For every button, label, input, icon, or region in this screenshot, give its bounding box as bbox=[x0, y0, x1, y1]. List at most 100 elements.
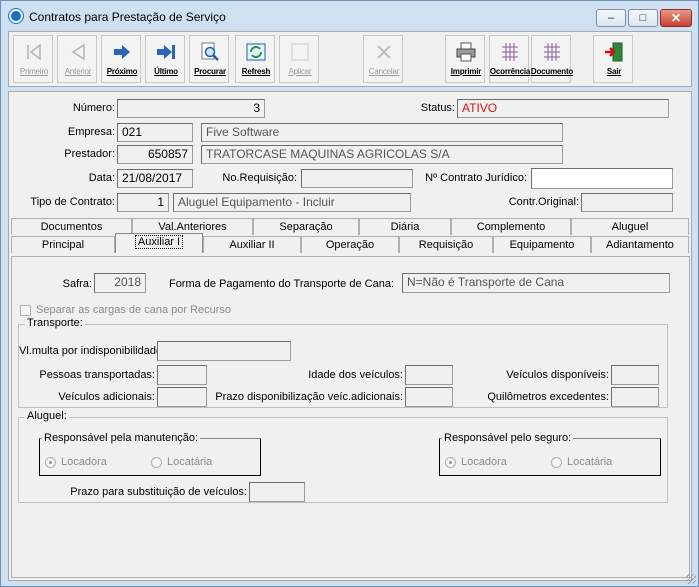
printer-icon bbox=[456, 42, 476, 62]
data-field[interactable]: 21/08/2017 bbox=[117, 169, 193, 188]
print-button[interactable]: Imprimir bbox=[445, 35, 485, 83]
status-field[interactable]: ATIVO bbox=[457, 99, 669, 118]
veic-adicionais-label: Veículos adicionais: bbox=[58, 391, 155, 403]
tab-operacao[interactable]: Operação bbox=[301, 236, 399, 253]
tipo-contrato-code-field[interactable]: 1 bbox=[117, 193, 169, 212]
minimize-icon: – bbox=[607, 12, 615, 24]
empresa-name-field: Five Software bbox=[201, 123, 563, 142]
manutencao-locataria-label: Locatária bbox=[167, 456, 213, 468]
apply-icon bbox=[291, 43, 309, 61]
previous-button[interactable]: Anterior bbox=[57, 35, 97, 83]
resize-grip-icon[interactable] bbox=[686, 574, 696, 584]
seguro-locataria-label: Locatária bbox=[567, 456, 613, 468]
tab-principal[interactable]: Principal bbox=[11, 236, 115, 253]
prestador-code-field[interactable]: 650857 bbox=[117, 145, 193, 164]
document-button[interactable]: Documento bbox=[531, 35, 573, 83]
tab-requisicao[interactable]: Requisição bbox=[399, 236, 493, 253]
separar-cargas-label: Separar as cargas de cana por Recurso bbox=[36, 304, 232, 316]
empresa-code-field[interactable]: 021 bbox=[117, 123, 193, 142]
manutencao-title: Responsável pela manutenção: bbox=[42, 432, 201, 444]
tab-page-auxiliar-i: Safra: 2018 Forma de Pagamento do Transp… bbox=[11, 256, 690, 578]
window-title: Contratos para Prestação de Serviço bbox=[29, 10, 226, 24]
pessoas-label: Pessoas transportadas: bbox=[39, 369, 155, 381]
maximize-icon: □ bbox=[639, 12, 647, 24]
aluguel-group: Aluguel: Responsável pela manutenção: Lo… bbox=[18, 410, 668, 503]
safra-field[interactable]: 2018 bbox=[94, 273, 146, 293]
grid-icon bbox=[544, 43, 560, 61]
first-arrow-icon bbox=[27, 43, 41, 61]
tab-auxiliar-i[interactable]: Auxiliar I bbox=[115, 233, 203, 253]
previous-arrow-icon bbox=[71, 43, 85, 61]
tab-complemento[interactable]: Complemento bbox=[451, 218, 571, 235]
prazo-substituicao-label: Prazo para substituição de veículos: bbox=[70, 486, 247, 498]
numero-field[interactable]: 3 bbox=[117, 99, 265, 118]
last-arrow-icon bbox=[157, 45, 175, 59]
seguro-title: Responsável pelo seguro: bbox=[442, 432, 574, 444]
cancel-button[interactable]: Cancelar bbox=[363, 35, 403, 83]
contr-original-label: Contr.Original: bbox=[508, 196, 579, 208]
prazo-disp-field[interactable] bbox=[405, 387, 453, 407]
last-button[interactable]: Último bbox=[145, 35, 185, 83]
km-excedentes-field[interactable] bbox=[611, 387, 659, 407]
seguro-locadora-radio[interactable] bbox=[445, 457, 456, 468]
tab-adiantamento[interactable]: Adiantamento bbox=[591, 236, 689, 253]
occurrence-button[interactable]: Ocorrência bbox=[489, 35, 530, 83]
grid-icon bbox=[502, 43, 518, 61]
tab-equipamento[interactable]: Equipamento bbox=[493, 236, 591, 253]
manutencao-locadora-radio[interactable] bbox=[45, 457, 56, 468]
contr-original-field[interactable] bbox=[581, 193, 673, 212]
refresh-button[interactable]: Refresh bbox=[235, 35, 275, 83]
safra-label: Safra: bbox=[62, 278, 92, 290]
refresh-icon bbox=[246, 43, 266, 61]
prestador-name-field: TRATORCASE MAQUINAS AGRICOLAS S/A bbox=[201, 145, 563, 164]
search-icon bbox=[201, 42, 219, 61]
tab-separacao[interactable]: Separação bbox=[253, 218, 359, 235]
cancel-icon bbox=[377, 45, 391, 59]
close-icon: ✕ bbox=[670, 11, 682, 25]
exit-button[interactable]: Sair bbox=[593, 35, 633, 83]
prestador-label: Prestador: bbox=[64, 148, 115, 160]
vl-multa-field[interactable] bbox=[157, 341, 291, 361]
contrato-juridico-label: Nº Contrato Jurídico: bbox=[425, 172, 527, 184]
manutencao-locataria-radio[interactable] bbox=[151, 457, 162, 468]
km-excedentes-label: Quilômetros excedentes: bbox=[487, 391, 609, 403]
first-button[interactable]: Primeiro bbox=[13, 35, 53, 83]
prazo-disp-label: Prazo disponibilização veíc.adicionais: bbox=[215, 391, 403, 403]
prazo-substituicao-field[interactable] bbox=[249, 482, 305, 502]
numero-label: Número: bbox=[72, 102, 115, 114]
tipo-contrato-name-field: Aluguel Equipamento - Incluir bbox=[173, 193, 411, 212]
apply-button[interactable]: Aplicar bbox=[279, 35, 319, 83]
title-bar[interactable]: Contratos para Prestação de Serviço – □ … bbox=[1, 1, 698, 31]
tab-documentos[interactable]: Documentos bbox=[11, 218, 132, 235]
maximize-button[interactable]: □ bbox=[628, 9, 658, 27]
idade-field[interactable] bbox=[405, 365, 453, 385]
tipo-contrato-label: Tipo de Contrato: bbox=[30, 196, 115, 208]
tab-diaria[interactable]: Diária bbox=[359, 218, 451, 235]
separar-cargas-checkbox[interactable] bbox=[20, 305, 31, 316]
next-arrow-icon bbox=[114, 45, 130, 59]
requisicao-label: No.Requisição: bbox=[222, 172, 297, 184]
veic-disponiveis-field[interactable] bbox=[611, 365, 659, 385]
minimize-button[interactable]: – bbox=[596, 9, 626, 27]
requisicao-field[interactable] bbox=[301, 169, 413, 188]
manutencao-locadora-label: Locadora bbox=[61, 456, 107, 468]
seguro-locataria-radio[interactable] bbox=[551, 457, 562, 468]
close-button[interactable]: ✕ bbox=[660, 9, 692, 27]
pessoas-field[interactable] bbox=[157, 365, 207, 385]
forma-pagamento-field[interactable]: N=Não é Transporte de Cana bbox=[402, 273, 670, 293]
tab-aluguel[interactable]: Aluguel bbox=[571, 218, 689, 235]
search-button[interactable]: Procurar bbox=[189, 35, 229, 83]
toolbar: Primeiro Anterior Próximo Último Procura… bbox=[8, 31, 692, 87]
contrato-juridico-field[interactable] bbox=[531, 168, 673, 189]
forma-pagamento-label: Forma de Pagamento do Transporte de Cana… bbox=[168, 278, 394, 290]
veic-adicionais-field[interactable] bbox=[157, 387, 207, 407]
next-button[interactable]: Próximo bbox=[101, 35, 141, 83]
seguro-group: Responsável pelo seguro: Locadora Locatá… bbox=[439, 432, 661, 476]
idade-label: Idade dos veículos: bbox=[308, 369, 403, 381]
empresa-label: Empresa: bbox=[67, 126, 115, 138]
main-window: Contratos para Prestação de Serviço – □ … bbox=[0, 0, 699, 587]
aluguel-group-title: Aluguel: bbox=[25, 410, 69, 422]
vl-multa-label: Vl.multa por indisponibilidade: bbox=[19, 345, 166, 357]
tab-auxiliar-ii[interactable]: Auxiliar II bbox=[203, 236, 301, 253]
manutencao-group: Responsável pela manutenção: Locadora Lo… bbox=[39, 432, 261, 476]
